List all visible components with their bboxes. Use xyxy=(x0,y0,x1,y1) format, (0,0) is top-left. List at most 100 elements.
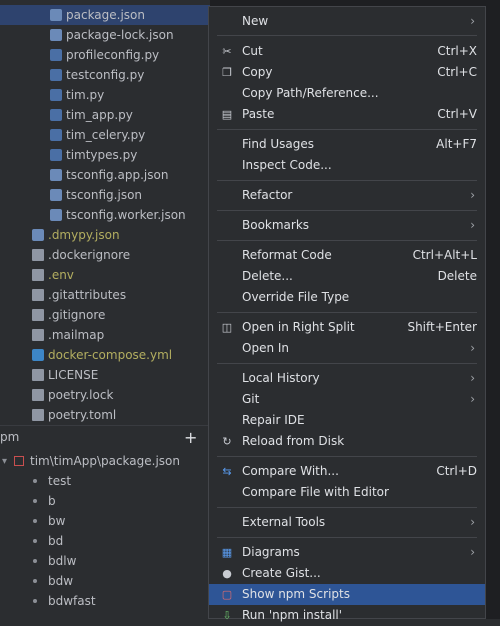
tree-item[interactable]: tsconfig.worker.json xyxy=(0,205,210,225)
github-icon: ● xyxy=(222,567,232,580)
menu-item-open-right-split[interactable]: ◫ Open in Right Split Shift+Enter xyxy=(209,317,485,338)
tree-item[interactable]: .mailmap xyxy=(0,325,210,345)
file-icon xyxy=(32,329,44,341)
menu-separator xyxy=(217,456,477,457)
tree-item[interactable]: .dockerignore xyxy=(0,245,210,265)
npm-script-item[interactable]: bdwfast xyxy=(0,591,210,611)
npm-script-item[interactable]: test xyxy=(0,471,210,491)
menu-item-open-in[interactable]: Open In › xyxy=(209,338,485,359)
diagram-icon: ▦ xyxy=(221,546,233,559)
menu-item-run-npm-install[interactable]: ⇩ Run 'npm install' xyxy=(209,605,485,626)
file-icon xyxy=(32,249,44,261)
menu-separator xyxy=(217,363,477,364)
menu-separator xyxy=(217,129,477,130)
context-menu: New › ✂ Cut Ctrl+X ❐ Copy Ctrl+C Copy Path/Re… xyxy=(208,6,486,622)
bullet-icon xyxy=(33,479,37,483)
tree-item[interactable]: .gitattributes xyxy=(0,285,210,305)
menu-separator xyxy=(217,312,477,313)
menu-item-bookmarks[interactable]: Bookmarks › xyxy=(209,215,485,236)
menu-item-refactor[interactable]: Refactor › xyxy=(209,185,485,206)
menu-item-delete[interactable]: Delete... Delete xyxy=(209,266,485,287)
python-file-icon xyxy=(50,149,62,161)
menu-item-compare-with[interactable]: ⇆ Compare With... Ctrl+D xyxy=(209,461,485,482)
python-file-icon xyxy=(50,129,62,141)
file-icon xyxy=(32,309,44,321)
npm-script-item[interactable]: b xyxy=(0,491,210,511)
bullet-icon xyxy=(33,539,37,543)
npm-package-node[interactable]: ▾ tim\timApp\package.json xyxy=(0,451,210,471)
tree-item[interactable]: profileconfig.py xyxy=(0,45,210,65)
python-file-icon xyxy=(50,69,62,81)
file-icon xyxy=(32,269,44,281)
menu-item-diagrams[interactable]: ▦ Diagrams › xyxy=(209,542,485,563)
menu-item-create-gist[interactable]: ● Create Gist... xyxy=(209,563,485,584)
tree-item[interactable]: timtypes.py xyxy=(0,145,210,165)
menu-separator xyxy=(217,507,477,508)
compare-icon: ⇆ xyxy=(222,465,232,478)
tree-item[interactable]: .dmypy.json xyxy=(0,225,210,245)
tree-item[interactable]: package.json xyxy=(0,5,210,25)
json-file-icon xyxy=(50,209,62,221)
copy-icon: ❐ xyxy=(222,66,232,79)
menu-item-external-tools[interactable]: External Tools › xyxy=(209,512,485,533)
menu-item-override-file-type[interactable]: Override File Type xyxy=(209,287,485,308)
tree-item[interactable]: LICENSE xyxy=(0,365,210,385)
tree-item[interactable]: poetry.lock xyxy=(0,385,210,405)
tree-item[interactable]: poetry.toml xyxy=(0,405,210,425)
docker-file-icon xyxy=(32,349,44,361)
npm-icon: ▢ xyxy=(221,588,233,601)
file-icon xyxy=(32,409,44,421)
bullet-icon xyxy=(33,519,37,523)
tree-item[interactable]: tsconfig.app.json xyxy=(0,165,210,185)
add-icon[interactable]: + xyxy=(184,428,197,447)
split-icon: ◫ xyxy=(221,321,233,334)
menu-item-compare-file-editor[interactable]: Compare File with Editor xyxy=(209,482,485,503)
tree-item[interactable]: .env xyxy=(0,265,210,285)
menu-item-paste[interactable]: ▤ Paste Ctrl+V xyxy=(209,104,485,125)
menu-separator xyxy=(217,240,477,241)
menu-item-reformat-code[interactable]: Reformat Code Ctrl+Alt+L xyxy=(209,245,485,266)
tree-item[interactable]: .gitignore xyxy=(0,305,210,325)
menu-item-find-usages[interactable]: Find Usages Alt+F7 xyxy=(209,134,485,155)
menu-item-copy[interactable]: ❐ Copy Ctrl+C xyxy=(209,62,485,83)
paste-icon: ▤ xyxy=(221,108,233,121)
tree-item[interactable]: tim_app.py xyxy=(0,105,210,125)
menu-item-reload-from-disk[interactable]: ↻ Reload from Disk xyxy=(209,431,485,452)
menu-separator xyxy=(217,35,477,36)
file-icon xyxy=(32,289,44,301)
python-file-icon xyxy=(50,49,62,61)
npm-panel-header: pm + xyxy=(0,425,210,450)
json-file-icon xyxy=(50,29,62,41)
tree-item[interactable]: docker-compose.yml xyxy=(0,345,210,365)
menu-item-copy-path[interactable]: Copy Path/Reference... xyxy=(209,83,485,104)
menu-item-new[interactable]: New › xyxy=(209,11,485,32)
chevron-right-icon: › xyxy=(470,392,475,406)
chevron-right-icon: › xyxy=(470,545,475,559)
npm-script-item[interactable]: bd xyxy=(0,531,210,551)
menu-item-repair-ide[interactable]: Repair IDE xyxy=(209,410,485,431)
tree-item[interactable]: tsconfig.json xyxy=(0,185,210,205)
chevron-down-icon[interactable]: ▾ xyxy=(2,452,7,472)
bullet-icon xyxy=(33,559,37,563)
chevron-right-icon: › xyxy=(470,371,475,385)
tree-item[interactable]: package-lock.json xyxy=(0,25,210,45)
menu-item-git[interactable]: Git › xyxy=(209,389,485,410)
tree-item[interactable]: tim_celery.py xyxy=(0,125,210,145)
tree-item[interactable]: testconfig.py xyxy=(0,65,210,85)
menu-item-local-history[interactable]: Local History › xyxy=(209,368,485,389)
chevron-right-icon: › xyxy=(470,218,475,232)
menu-separator xyxy=(217,180,477,181)
project-tree: package.json package-lock.json profileco… xyxy=(0,0,210,425)
reload-icon: ↻ xyxy=(222,435,232,448)
download-icon: ⇩ xyxy=(222,609,232,622)
tree-item[interactable]: tim.py xyxy=(0,85,210,105)
menu-item-show-npm-scripts[interactable]: ▢ Show npm Scripts xyxy=(209,584,485,605)
npm-icon xyxy=(14,456,24,466)
json-file-icon xyxy=(32,229,44,241)
npm-script-item[interactable]: bdlw xyxy=(0,551,210,571)
npm-script-item[interactable]: bdw xyxy=(0,571,210,591)
npm-script-item[interactable]: bw xyxy=(0,511,210,531)
chevron-right-icon: › xyxy=(470,188,475,202)
menu-item-inspect-code[interactable]: Inspect Code... xyxy=(209,155,485,176)
menu-item-cut[interactable]: ✂ Cut Ctrl+X xyxy=(209,41,485,62)
